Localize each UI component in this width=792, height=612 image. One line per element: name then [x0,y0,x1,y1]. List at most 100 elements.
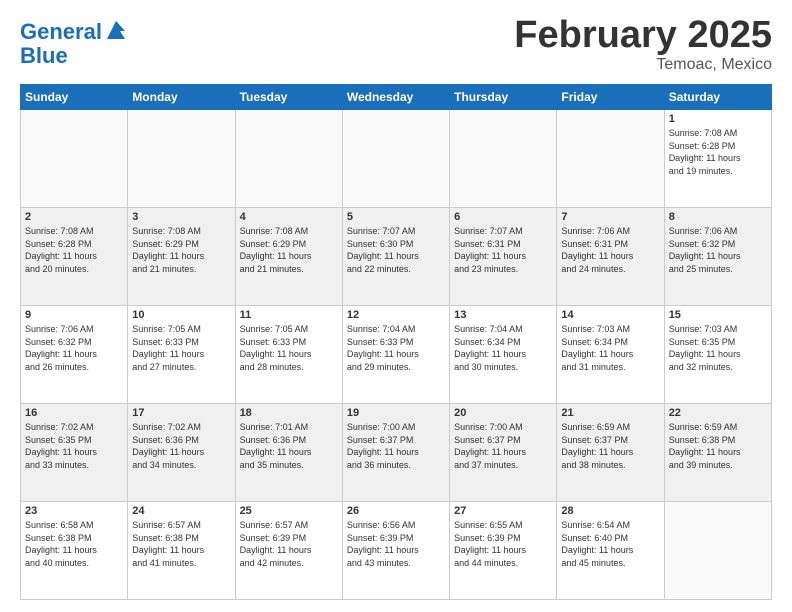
day-info: Sunrise: 7:03 AM Sunset: 6:35 PM Dayligh… [669,323,767,373]
month-title: February 2025 [514,16,772,54]
calendar-week-row-4: 23 Sunrise: 6:58 AM Sunset: 6:38 PM Dayli… [21,502,772,600]
calendar-cell: 17 Sunrise: 7:02 AM Sunset: 6:36 PM Dayli… [128,404,235,502]
calendar-cell: 16Sunrise: 7:02 AM Sunset: 6:35 PM Dayli… [21,404,128,502]
day-number: 13 [454,309,552,321]
calendar-cell: 26 Sunrise: 6:56 AM Sunset: 6:39 PM Dayli… [342,502,449,600]
calendar-cell: 8Sunrise: 7:06 AM Sunset: 6:32 PM Daylig… [664,208,771,306]
day-number: 9 [25,309,123,321]
day-info: Sunrise: 7:08 AM Sunset: 6:28 PM Dayligh… [669,127,767,177]
day-info: Sunrise: 7:08 AM Sunset: 6:29 PM Dayligh… [240,225,338,275]
day-number: 27 [454,505,552,517]
calendar-cell: 24 Sunrise: 6:57 AM Sunset: 6:38 PM Dayli… [128,502,235,600]
calendar-cell: 7 Sunrise: 7:06 AM Sunset: 6:31 PM Daylig… [557,208,664,306]
day-info: Sunrise: 6:57 AM Sunset: 6:38 PM Dayligh… [132,519,230,569]
day-number: 2 [25,211,123,223]
day-number: 22 [669,407,767,419]
logo: General Blue [20,20,129,68]
col-thursday: Thursday [450,85,557,110]
day-info: Sunrise: 6:59 AM Sunset: 6:37 PM Dayligh… [561,421,659,471]
col-saturday: Saturday [664,85,771,110]
day-info: Sunrise: 7:00 AM Sunset: 6:37 PM Dayligh… [347,421,445,471]
calendar-cell: 6 Sunrise: 7:07 AM Sunset: 6:31 PM Daylig… [450,208,557,306]
day-number: 23 [25,505,123,517]
day-info: Sunrise: 7:03 AM Sunset: 6:34 PM Dayligh… [561,323,659,373]
calendar-cell: 13 Sunrise: 7:04 AM Sunset: 6:34 PM Dayli… [450,306,557,404]
day-info: Sunrise: 7:04 AM Sunset: 6:33 PM Dayligh… [347,323,445,373]
day-info: Sunrise: 6:56 AM Sunset: 6:39 PM Dayligh… [347,519,445,569]
calendar-cell: 14Sunrise: 7:03 AM Sunset: 6:34 PM Dayli… [557,306,664,404]
logo-icon [103,17,129,43]
col-monday: Monday [128,85,235,110]
day-number: 5 [347,211,445,223]
calendar-cell [128,110,235,208]
calendar-cell: 2 Sunrise: 7:08 AM Sunset: 6:28 PM Daylig… [21,208,128,306]
calendar-cell [664,502,771,600]
day-info: Sunrise: 7:05 AM Sunset: 6:33 PM Dayligh… [240,323,338,373]
calendar-week-row-1: 2 Sunrise: 7:08 AM Sunset: 6:28 PM Daylig… [21,208,772,306]
logo-text: General [20,20,102,44]
day-number: 17 [132,407,230,419]
calendar-cell: 22 Sunrise: 6:59 AM Sunset: 6:38 PM Dayli… [664,404,771,502]
calendar-cell: 10 Sunrise: 7:05 AM Sunset: 6:33 PM Dayli… [128,306,235,404]
calendar-cell: 15 Sunrise: 7:03 AM Sunset: 6:35 PM Dayli… [664,306,771,404]
day-info: Sunrise: 7:08 AM Sunset: 6:28 PM Dayligh… [25,225,123,275]
calendar-cell: 11Sunrise: 7:05 AM Sunset: 6:33 PM Dayli… [235,306,342,404]
calendar-cell: 23 Sunrise: 6:58 AM Sunset: 6:38 PM Dayli… [21,502,128,600]
day-info: Sunrise: 6:54 AM Sunset: 6:40 PM Dayligh… [561,519,659,569]
day-number: 12 [347,309,445,321]
col-wednesday: Wednesday [342,85,449,110]
calendar-header-row: Sunday Monday Tuesday Wednesday Thursday… [21,85,772,110]
header: General Blue February 2025 Temoac, Mexic… [20,16,772,74]
day-number: 1 [669,113,767,125]
col-tuesday: Tuesday [235,85,342,110]
calendar-cell: 19 Sunrise: 7:00 AM Sunset: 6:37 PM Dayli… [342,404,449,502]
calendar-cell: 18 Sunrise: 7:01 AM Sunset: 6:36 PM Dayli… [235,404,342,502]
calendar-cell: 27 Sunrise: 6:55 AM Sunset: 6:39 PM Dayli… [450,502,557,600]
calendar-cell: 9Sunrise: 7:06 AM Sunset: 6:32 PM Daylig… [21,306,128,404]
page: General Blue February 2025 Temoac, Mexic… [0,0,792,612]
day-info: Sunrise: 7:02 AM Sunset: 6:35 PM Dayligh… [25,421,123,471]
calendar-cell [450,110,557,208]
calendar-cell: 20Sunrise: 7:00 AM Sunset: 6:37 PM Dayli… [450,404,557,502]
day-info: Sunrise: 7:07 AM Sunset: 6:30 PM Dayligh… [347,225,445,275]
day-info: Sunrise: 6:59 AM Sunset: 6:38 PM Dayligh… [669,421,767,471]
col-friday: Friday [557,85,664,110]
day-number: 26 [347,505,445,517]
day-number: 10 [132,309,230,321]
calendar-week-row-2: 9Sunrise: 7:06 AM Sunset: 6:32 PM Daylig… [21,306,772,404]
title-block: February 2025 Temoac, Mexico [514,16,772,74]
day-info: Sunrise: 7:01 AM Sunset: 6:36 PM Dayligh… [240,421,338,471]
day-info: Sunrise: 6:57 AM Sunset: 6:39 PM Dayligh… [240,519,338,569]
calendar-cell [557,110,664,208]
day-number: 15 [669,309,767,321]
calendar-cell [21,110,128,208]
day-info: Sunrise: 7:05 AM Sunset: 6:33 PM Dayligh… [132,323,230,373]
day-number: 21 [561,407,659,419]
calendar-cell [235,110,342,208]
day-info: Sunrise: 6:58 AM Sunset: 6:38 PM Dayligh… [25,519,123,569]
day-number: 7 [561,211,659,223]
calendar-cell: 12 Sunrise: 7:04 AM Sunset: 6:33 PM Dayli… [342,306,449,404]
day-number: 19 [347,407,445,419]
day-number: 3 [132,211,230,223]
day-info: Sunrise: 7:02 AM Sunset: 6:36 PM Dayligh… [132,421,230,471]
day-info: Sunrise: 7:04 AM Sunset: 6:34 PM Dayligh… [454,323,552,373]
logo-blue-text: Blue [20,43,68,68]
day-number: 4 [240,211,338,223]
calendar-cell: 3Sunrise: 7:08 AM Sunset: 6:29 PM Daylig… [128,208,235,306]
calendar-week-row-0: 1 Sunrise: 7:08 AM Sunset: 6:28 PM Daylig… [21,110,772,208]
day-info: Sunrise: 7:00 AM Sunset: 6:37 PM Dayligh… [454,421,552,471]
day-number: 6 [454,211,552,223]
location: Temoac, Mexico [514,56,772,74]
calendar-cell: 4 Sunrise: 7:08 AM Sunset: 6:29 PM Daylig… [235,208,342,306]
day-number: 28 [561,505,659,517]
day-number: 24 [132,505,230,517]
calendar-table: Sunday Monday Tuesday Wednesday Thursday… [20,84,772,600]
day-info: Sunrise: 6:55 AM Sunset: 6:39 PM Dayligh… [454,519,552,569]
day-info: Sunrise: 7:06 AM Sunset: 6:31 PM Dayligh… [561,225,659,275]
day-number: 25 [240,505,338,517]
day-info: Sunrise: 7:07 AM Sunset: 6:31 PM Dayligh… [454,225,552,275]
calendar-cell: 28 Sunrise: 6:54 AM Sunset: 6:40 PM Dayli… [557,502,664,600]
calendar-cell: 5 Sunrise: 7:07 AM Sunset: 6:30 PM Daylig… [342,208,449,306]
day-number: 18 [240,407,338,419]
